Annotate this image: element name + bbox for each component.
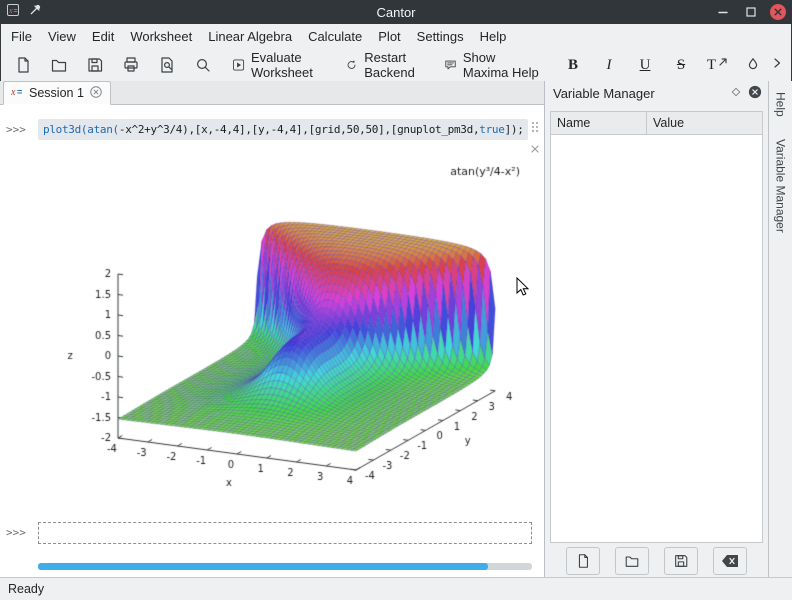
menu-calculate[interactable]: Calculate bbox=[300, 25, 370, 48]
toolbar: Evaluate Worksheet Restart Backend Show … bbox=[0, 49, 792, 81]
new-worksheet-button[interactable] bbox=[5, 52, 41, 78]
clear-variables-button[interactable] bbox=[713, 547, 747, 575]
session-progress-bar bbox=[38, 563, 532, 570]
close-panel-icon[interactable] bbox=[748, 85, 762, 102]
worksheet: >>> plot3d(atan(-x^2+y^3/4),[x,-4,4],[y,… bbox=[0, 105, 544, 578]
tab-close-icon[interactable] bbox=[89, 85, 103, 102]
column-header-value[interactable]: Value bbox=[647, 112, 762, 134]
svg-text:=: = bbox=[17, 87, 22, 97]
save-button[interactable] bbox=[77, 52, 113, 78]
column-header-name[interactable]: Name bbox=[551, 112, 647, 134]
superscript-label: T bbox=[707, 58, 716, 73]
statusbar: Ready bbox=[0, 577, 792, 600]
bold-label: B bbox=[568, 58, 578, 73]
tab-session-1[interactable]: x= Session 1 bbox=[3, 81, 111, 105]
pin-icon[interactable] bbox=[28, 2, 43, 22]
float-panel-icon[interactable] bbox=[730, 86, 742, 101]
new-variable-button[interactable] bbox=[566, 547, 600, 575]
svg-text:x: x bbox=[8, 6, 13, 15]
code-line: plot3d(atan(-x^2+y^3/4),[x,-4,4],[y,-4,4… bbox=[43, 123, 524, 136]
strikethrough-button[interactable]: S bbox=[663, 52, 699, 78]
maximize-button[interactable] bbox=[742, 3, 760, 21]
mouse-cursor bbox=[516, 277, 530, 302]
close-button[interactable] bbox=[770, 4, 786, 20]
titlebar: x= Cantor bbox=[0, 0, 792, 24]
plot-canvas bbox=[50, 151, 530, 501]
print-preview-button[interactable] bbox=[149, 52, 185, 78]
print-button[interactable] bbox=[113, 52, 149, 78]
command-entry[interactable]: plot3d(atan(-x^2+y^3/4),[x,-4,4],[y,-4,4… bbox=[38, 119, 528, 140]
worksheet-pane: x= Session 1 >>> plot3d(atan(-x^2+y^3/4)… bbox=[0, 81, 545, 578]
open-button[interactable] bbox=[41, 52, 77, 78]
tabbar: x= Session 1 bbox=[0, 81, 544, 105]
restart-backend-button[interactable]: Restart Backend bbox=[340, 52, 439, 78]
menu-file[interactable]: File bbox=[3, 25, 40, 48]
app-icon: x= bbox=[6, 3, 20, 22]
text-color-button[interactable] bbox=[735, 52, 771, 78]
variable-table-header: Name Value bbox=[551, 112, 762, 135]
session-icon: x= bbox=[11, 85, 24, 101]
panel-title: Variable Manager bbox=[553, 86, 655, 101]
svg-text:=: = bbox=[14, 8, 18, 15]
panel-header: Variable Manager bbox=[545, 81, 768, 105]
underline-button[interactable]: U bbox=[627, 52, 663, 78]
menu-settings[interactable]: Settings bbox=[409, 25, 472, 48]
show-maxima-help-button[interactable]: Show Maxima Help bbox=[439, 52, 549, 78]
italic-label: I bbox=[607, 58, 612, 73]
next-command-prompt: >>> bbox=[6, 526, 26, 539]
menu-linear-algebra[interactable]: Linear Algebra bbox=[200, 25, 300, 48]
variable-table: Name Value bbox=[550, 111, 763, 543]
main-area: x= Session 1 >>> plot3d(atan(-x^2+y^3/4)… bbox=[0, 81, 792, 578]
empty-command-entry[interactable] bbox=[38, 522, 532, 544]
side-tab-variable-manager[interactable]: Variable Manager bbox=[772, 134, 790, 238]
strikethrough-label: S bbox=[677, 58, 685, 73]
search-button[interactable] bbox=[185, 52, 221, 78]
side-tab-strip: Help Variable Manager bbox=[768, 81, 792, 578]
load-variables-button[interactable] bbox=[615, 547, 649, 575]
cantor-window: x= Cantor File View Edit Worksheet Linea… bbox=[0, 0, 792, 600]
bold-button[interactable]: B bbox=[555, 52, 591, 78]
variable-table-body bbox=[551, 135, 762, 542]
entry-controls bbox=[531, 120, 539, 158]
svg-text:x: x bbox=[11, 87, 16, 98]
session-tab-label: Session 1 bbox=[29, 86, 84, 100]
superscript-button[interactable]: T bbox=[699, 52, 735, 78]
menu-view[interactable]: View bbox=[40, 25, 84, 48]
menubar: File View Edit Worksheet Linear Algebra … bbox=[0, 24, 792, 49]
menu-edit[interactable]: Edit bbox=[84, 25, 122, 48]
restart-backend-label: Restart Backend bbox=[364, 50, 434, 80]
save-variables-button[interactable] bbox=[664, 547, 698, 575]
evaluate-worksheet-button[interactable]: Evaluate Worksheet bbox=[227, 52, 340, 78]
toolbar-overflow-chevron[interactable] bbox=[771, 56, 783, 75]
progress-fill bbox=[38, 563, 488, 570]
command-prompt: >>> bbox=[6, 123, 26, 136]
underline-label: U bbox=[640, 58, 651, 73]
menu-worksheet[interactable]: Worksheet bbox=[122, 25, 200, 48]
menu-plot[interactable]: Plot bbox=[370, 25, 408, 48]
entry-close-icon[interactable] bbox=[531, 140, 539, 158]
variable-manager-buttons bbox=[545, 543, 768, 578]
window-title: Cantor bbox=[0, 5, 792, 20]
menu-help[interactable]: Help bbox=[472, 25, 515, 48]
minimize-button[interactable] bbox=[714, 3, 732, 21]
show-maxima-help-label: Show Maxima Help bbox=[463, 50, 544, 80]
side-tab-help[interactable]: Help bbox=[772, 87, 790, 122]
evaluate-worksheet-label: Evaluate Worksheet bbox=[251, 50, 335, 80]
status-text: Ready bbox=[8, 582, 44, 596]
drag-handle-icon[interactable] bbox=[531, 120, 539, 138]
variable-manager-panel: Variable Manager Name Value bbox=[545, 81, 768, 578]
italic-button[interactable]: I bbox=[591, 52, 627, 78]
